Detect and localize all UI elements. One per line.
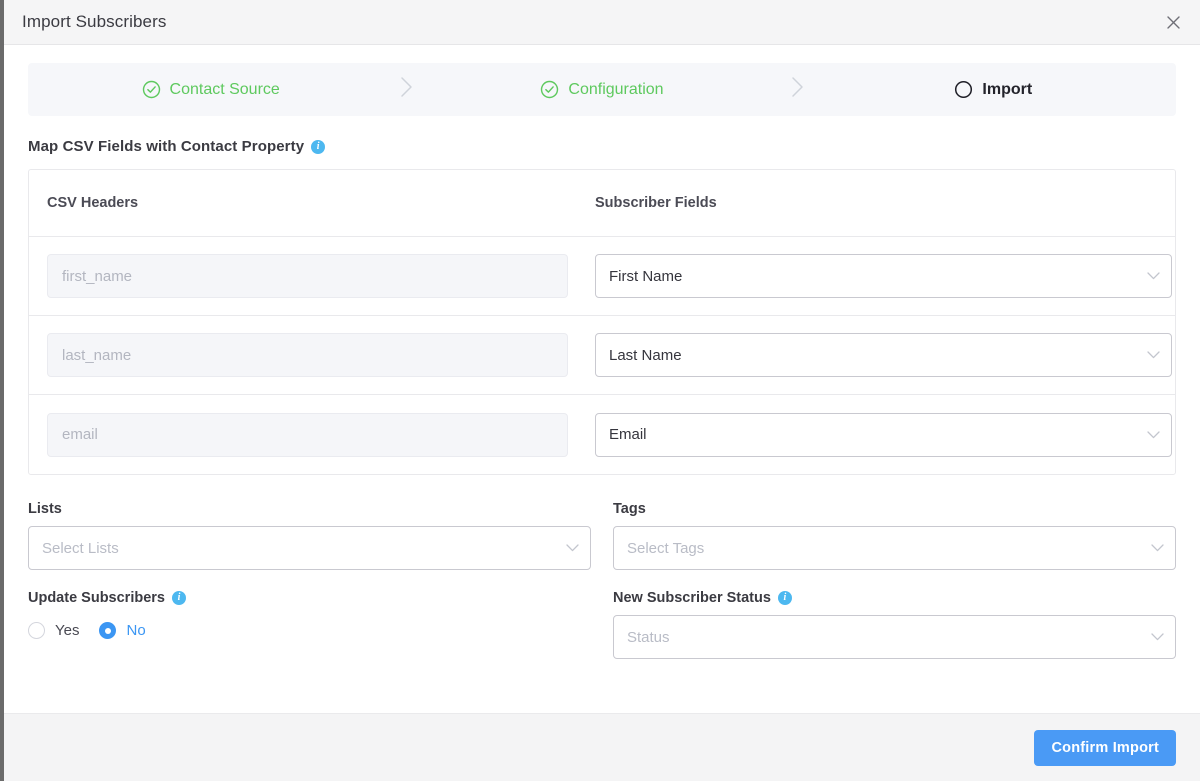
modal-footer: Confirm Import [4,713,1200,781]
new-subscriber-status-select[interactable]: Status [613,615,1176,659]
chevron-down-icon [1147,272,1160,280]
chevron-right-icon [791,76,804,103]
mapping-section-title-row: Map CSV Fields with Contact Property i [28,138,1176,155]
subscriber-field-cell: Last Name [595,333,1172,377]
table-row: email Email [29,395,1175,474]
chevron-down-icon [566,544,579,552]
csv-mapping-table: CSV Headers Subscriber Fields first_name… [28,169,1176,475]
step-label-contact-source: Contact Source [169,80,280,98]
step-configuration[interactable]: Configuration [419,80,784,99]
info-icon[interactable]: i [172,591,186,605]
csv-header-cell: last_name [47,333,595,377]
step-separator-1 [393,76,419,103]
csv-header-input-first-name[interactable]: first_name [47,254,568,298]
csv-header-input-last-name[interactable]: last_name [47,333,568,377]
close-icon [1166,15,1181,30]
table-header-row: CSV Headers Subscriber Fields [29,170,1175,237]
step-import[interactable]: Import [811,80,1176,99]
lists-label-row: Lists [28,501,591,517]
subscriber-field-cell: Email [595,412,1172,457]
radio-label-yes: Yes [55,622,80,639]
check-circle-icon [540,80,559,99]
page-title: Import Subscribers [22,12,167,31]
modal-header: Import Subscribers [4,0,1200,45]
mapping-section-title: Map CSV Fields with Contact Property [28,138,305,155]
column-header-subscriber-fields: Subscriber Fields [595,195,717,211]
chevron-down-icon [1147,351,1160,359]
step-separator-2 [785,76,811,103]
check-circle-icon [142,80,161,99]
chevron-down-icon [1151,633,1164,641]
lists-select[interactable]: Select Lists [28,526,591,570]
tags-label-row: Tags [613,501,1176,517]
column-header-csv-headers: CSV Headers [47,195,139,211]
subscriber-field-value: First Name [609,267,683,285]
import-subscribers-modal: Import Subscribers Contact Source Config… [0,0,1200,781]
step-label-import: Import [982,80,1033,98]
close-button[interactable] [1160,9,1186,35]
confirm-import-button[interactable]: Confirm Import [1034,729,1176,766]
subscriber-field-value: Email [609,426,647,443]
radio-circle-filled-icon [99,622,117,639]
csv-header-input-email[interactable]: email [47,412,568,457]
table-row: last_name Last Name [29,316,1175,395]
new-subscriber-status-group: New Subscriber Status i Status [613,590,1176,659]
modal-body: Contact Source Configuration Import Map … [4,45,1200,713]
subscriber-field-select-email[interactable]: Email [595,412,1172,457]
lists-tags-row: Lists Select Lists Tags Select Tags [28,501,1176,570]
new-subscriber-status-label: New Subscriber Status [613,590,771,606]
chevron-down-icon [1147,430,1160,439]
column-header-csv-headers-cell: CSV Headers [47,194,595,212]
info-icon[interactable]: i [777,591,792,605]
update-subscribers-group: Update Subscribers i Yes No [28,590,591,659]
update-status-row: Update Subscribers i Yes No New Subscrib… [28,590,1176,659]
tags-label: Tags [613,501,646,517]
subscriber-field-cell: First Name [595,254,1172,298]
lists-label: Lists [28,501,62,517]
step-contact-source[interactable]: Contact Source [28,80,393,99]
lists-field-group: Lists Select Lists [28,501,591,570]
update-subscribers-label-row: Update Subscribers i [28,590,591,606]
table-row: first_name First Name [29,237,1175,316]
update-subscribers-label: Update Subscribers [28,590,165,606]
subscriber-field-value: Last Name [609,346,682,364]
info-icon[interactable]: i [311,139,326,154]
radio-circle-icon [28,622,45,639]
radio-label-no: No [126,622,146,639]
csv-header-cell: first_name [47,254,595,298]
subscriber-field-select-last-name[interactable]: Last Name [595,333,1172,377]
subscriber-field-select-first-name[interactable]: First Name [595,254,1172,298]
chevron-right-icon [400,76,413,103]
new-subscriber-status-label-row: New Subscriber Status i [613,590,1176,606]
radio-update-subscribers-yes[interactable]: Yes [28,622,79,639]
update-subscribers-radio-group: Yes No [28,622,591,639]
stepper: Contact Source Configuration Import [28,63,1176,116]
new-subscriber-status-value: Status [627,628,670,646]
tags-select[interactable]: Select Tags [613,526,1176,570]
empty-circle-icon [954,80,973,99]
tags-select-value: Select Tags [627,539,705,557]
lists-select-value: Select Lists [42,539,119,557]
radio-update-subscribers-no[interactable]: No [99,622,146,639]
step-label-configuration: Configuration [568,80,664,98]
csv-header-cell: email [47,412,595,457]
chevron-down-icon [1151,544,1164,552]
tags-field-group: Tags Select Tags [613,501,1176,570]
column-header-subscriber-fields-cell: Subscriber Fields [595,194,1157,212]
